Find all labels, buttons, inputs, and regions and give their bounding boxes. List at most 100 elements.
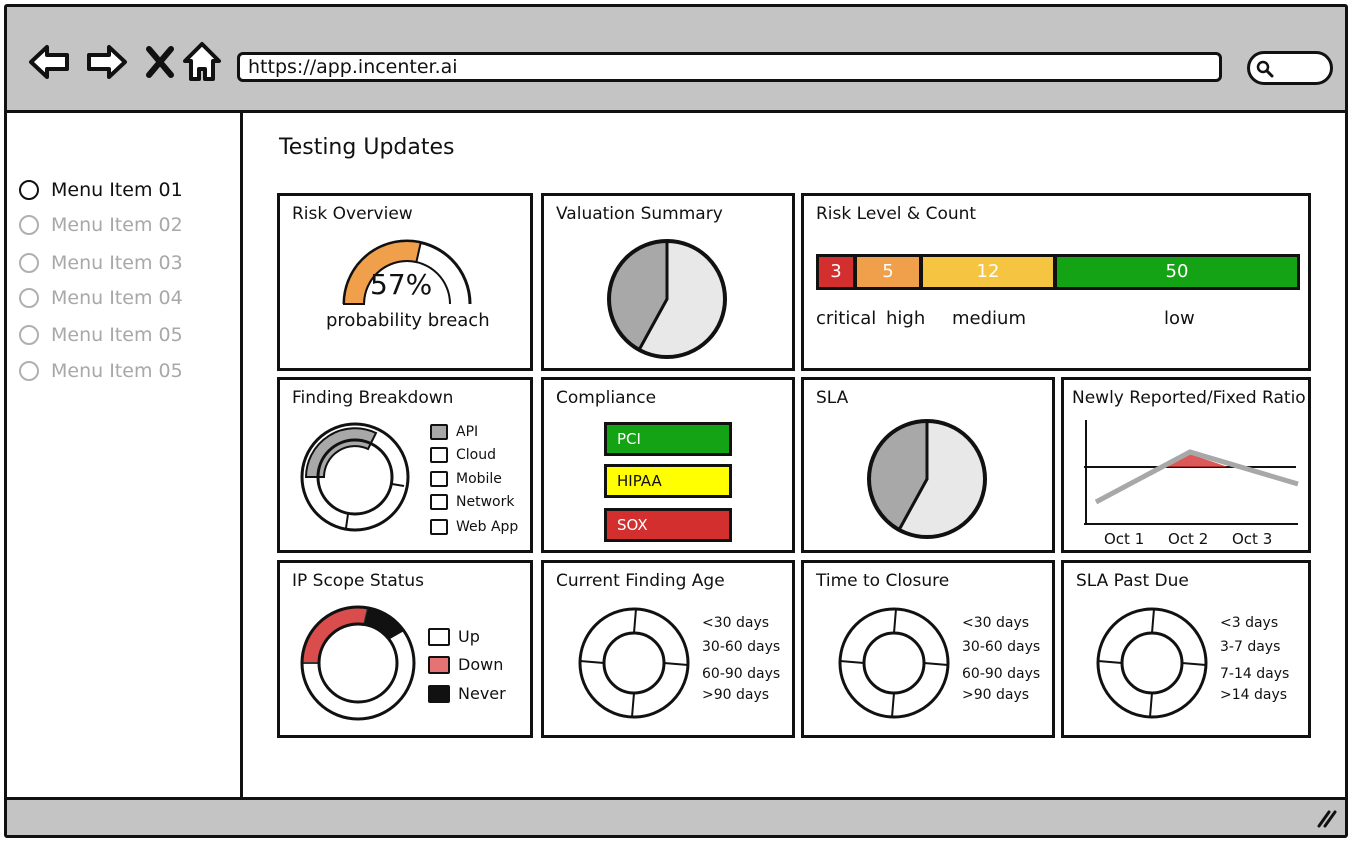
finding-age-donut <box>578 607 690 719</box>
legend-due-4: >14 days <box>1220 687 1288 703</box>
card-title: Valuation Summary <box>556 204 723 224</box>
card-risk-overview[interactable]: Risk Overview 57% probability breach <box>277 193 533 371</box>
legend-closure-4: >90 days <box>962 687 1030 703</box>
search-icon <box>1256 60 1274 78</box>
sla-past-due-donut <box>1096 607 1208 719</box>
sidebar-item-02[interactable]: Menu Item 02 <box>19 210 183 240</box>
radio-icon <box>19 325 39 345</box>
donut-segment-api <box>304 427 378 478</box>
x-tick-oct-1: Oct 1 <box>1104 530 1145 548</box>
sidebar-item-04[interactable]: Menu Item 04 <box>19 283 183 313</box>
x-tick-oct-3: Oct 3 <box>1232 530 1273 548</box>
valuation-pie-chart <box>607 239 727 359</box>
legend-down: Down <box>428 655 503 674</box>
gauge-value: 57% <box>370 268 433 301</box>
legend-age-4: >90 days <box>702 687 770 703</box>
legend-closure-3: 60-90 days <box>962 666 1041 682</box>
radio-icon <box>19 180 39 200</box>
legend-never: Never <box>428 684 506 703</box>
sidebar-item-01[interactable]: Menu Item 01 <box>19 175 183 205</box>
risk-label-medium: medium <box>952 308 1026 329</box>
sidebar-item-label: Menu Item 04 <box>51 287 183 309</box>
card-title: SLA Past Due <box>1076 571 1189 591</box>
risk-bar-high[interactable]: 5 <box>854 254 922 290</box>
sidebar-item-label: Menu Item 05 <box>51 360 183 382</box>
risk-bar-critical[interactable]: 3 <box>816 254 856 290</box>
legend-due-2: 3-7 days <box>1220 639 1281 655</box>
legend-cloud: Cloud <box>430 447 496 463</box>
sidebar-item-06[interactable]: Menu Item 05 <box>19 356 183 386</box>
card-title: IP Scope Status <box>292 571 425 591</box>
risk-bar-medium[interactable]: 12 <box>920 254 1056 290</box>
sidebar-item-label: Menu Item 02 <box>51 214 183 236</box>
card-title: Risk Level & Count <box>816 204 977 224</box>
browser-toolbar: https://app.incenter.ai <box>7 7 1345 113</box>
card-time-to-closure[interactable]: Time to Closure <30 days 30-60 days 60-9… <box>801 560 1055 738</box>
sidebar: Menu Item 01 Menu Item 02 Menu Item 03 M… <box>7 113 243 803</box>
time-to-closure-donut <box>838 607 950 719</box>
card-newly-reported-fixed-ratio[interactable]: Newly Reported/Fixed Ratio Oct 1 Oct 2 O… <box>1061 377 1311 553</box>
resize-grip-icon[interactable] <box>1315 808 1337 828</box>
home-icon[interactable] <box>179 39 225 85</box>
sidebar-item-03[interactable]: Menu Item 03 <box>19 248 183 278</box>
legend-closure-1: <30 days <box>962 615 1030 631</box>
compliance-hipaa[interactable]: HIPAA <box>604 464 732 498</box>
risk-label-critical: critical <box>816 308 877 329</box>
browser-window: https://app.incenter.ai Menu Item 01 Men… <box>4 4 1348 838</box>
risk-label-high: high <box>886 308 926 329</box>
finding-breakdown-donut <box>300 422 410 532</box>
sidebar-item-label: Menu Item 05 <box>51 324 183 346</box>
url-input[interactable]: https://app.incenter.ai <box>237 52 1222 82</box>
search-field[interactable] <box>1247 51 1333 85</box>
card-finding-breakdown[interactable]: Finding Breakdown API Cloud Mobile Netwo… <box>277 377 533 553</box>
legend-due-3: 7-14 days <box>1220 666 1290 682</box>
ip-scope-donut <box>300 605 416 721</box>
risk-label-low: low <box>1164 308 1195 329</box>
card-title: Compliance <box>556 388 657 408</box>
radio-icon <box>19 253 39 273</box>
sidebar-item-05[interactable]: Menu Item 05 <box>19 320 183 350</box>
legend-mobile: Mobile <box>430 471 502 487</box>
compliance-sox[interactable]: SOX <box>604 508 732 542</box>
card-title: SLA <box>816 388 849 408</box>
radio-icon <box>19 288 39 308</box>
legend-age-2: 30-60 days <box>702 639 781 655</box>
donut-segment-down <box>300 606 370 664</box>
gauge-caption: probability breach <box>326 310 490 331</box>
card-sla[interactable]: SLA <box>801 377 1055 553</box>
radio-icon <box>19 215 39 235</box>
card-title: Risk Overview <box>292 204 413 224</box>
card-title: Time to Closure <box>816 571 950 591</box>
sidebar-item-label: Menu Item 03 <box>51 252 183 274</box>
card-ip-scope-status[interactable]: IP Scope Status Up Down Never <box>277 560 533 738</box>
forward-arrow-icon[interactable] <box>83 39 129 85</box>
radio-icon <box>19 361 39 381</box>
sla-pie-chart <box>867 419 987 539</box>
card-valuation-summary[interactable]: Valuation Summary <box>541 193 795 371</box>
legend-up: Up <box>428 627 480 646</box>
legend-network: Network <box>430 494 514 510</box>
compliance-pci[interactable]: PCI <box>604 422 732 456</box>
card-title: Current Finding Age <box>556 571 725 591</box>
back-arrow-icon[interactable] <box>27 39 73 85</box>
legend-api: API <box>430 424 478 440</box>
sidebar-item-label: Menu Item 01 <box>51 179 183 201</box>
x-tick-oct-2: Oct 2 <box>1168 530 1209 548</box>
close-icon[interactable] <box>137 39 183 85</box>
legend-closure-2: 30-60 days <box>962 639 1041 655</box>
risk-bar-low[interactable]: 50 <box>1054 254 1300 290</box>
legend-due-1: <3 days <box>1220 615 1279 631</box>
card-title: Newly Reported/Fixed Ratio <box>1072 388 1306 408</box>
card-current-finding-age[interactable]: Current Finding Age <30 days 30-60 days … <box>541 560 795 738</box>
card-sla-past-due[interactable]: SLA Past Due <3 days 3-7 days 7-14 days … <box>1061 560 1311 738</box>
legend-web-app: Web App <box>430 519 518 535</box>
url-text: https://app.incenter.ai <box>248 56 458 78</box>
status-bar <box>7 797 1345 835</box>
card-compliance[interactable]: Compliance PCI HIPAA SOX <box>541 377 795 553</box>
card-title: Finding Breakdown <box>292 388 454 408</box>
page-title: Testing Updates <box>279 135 455 160</box>
card-risk-level-count[interactable]: Risk Level & Count 3 5 12 50 critical hi… <box>801 193 1311 371</box>
legend-age-3: 60-90 days <box>702 666 781 682</box>
legend-age-1: <30 days <box>702 615 770 631</box>
ratio-line-chart <box>1084 420 1299 525</box>
